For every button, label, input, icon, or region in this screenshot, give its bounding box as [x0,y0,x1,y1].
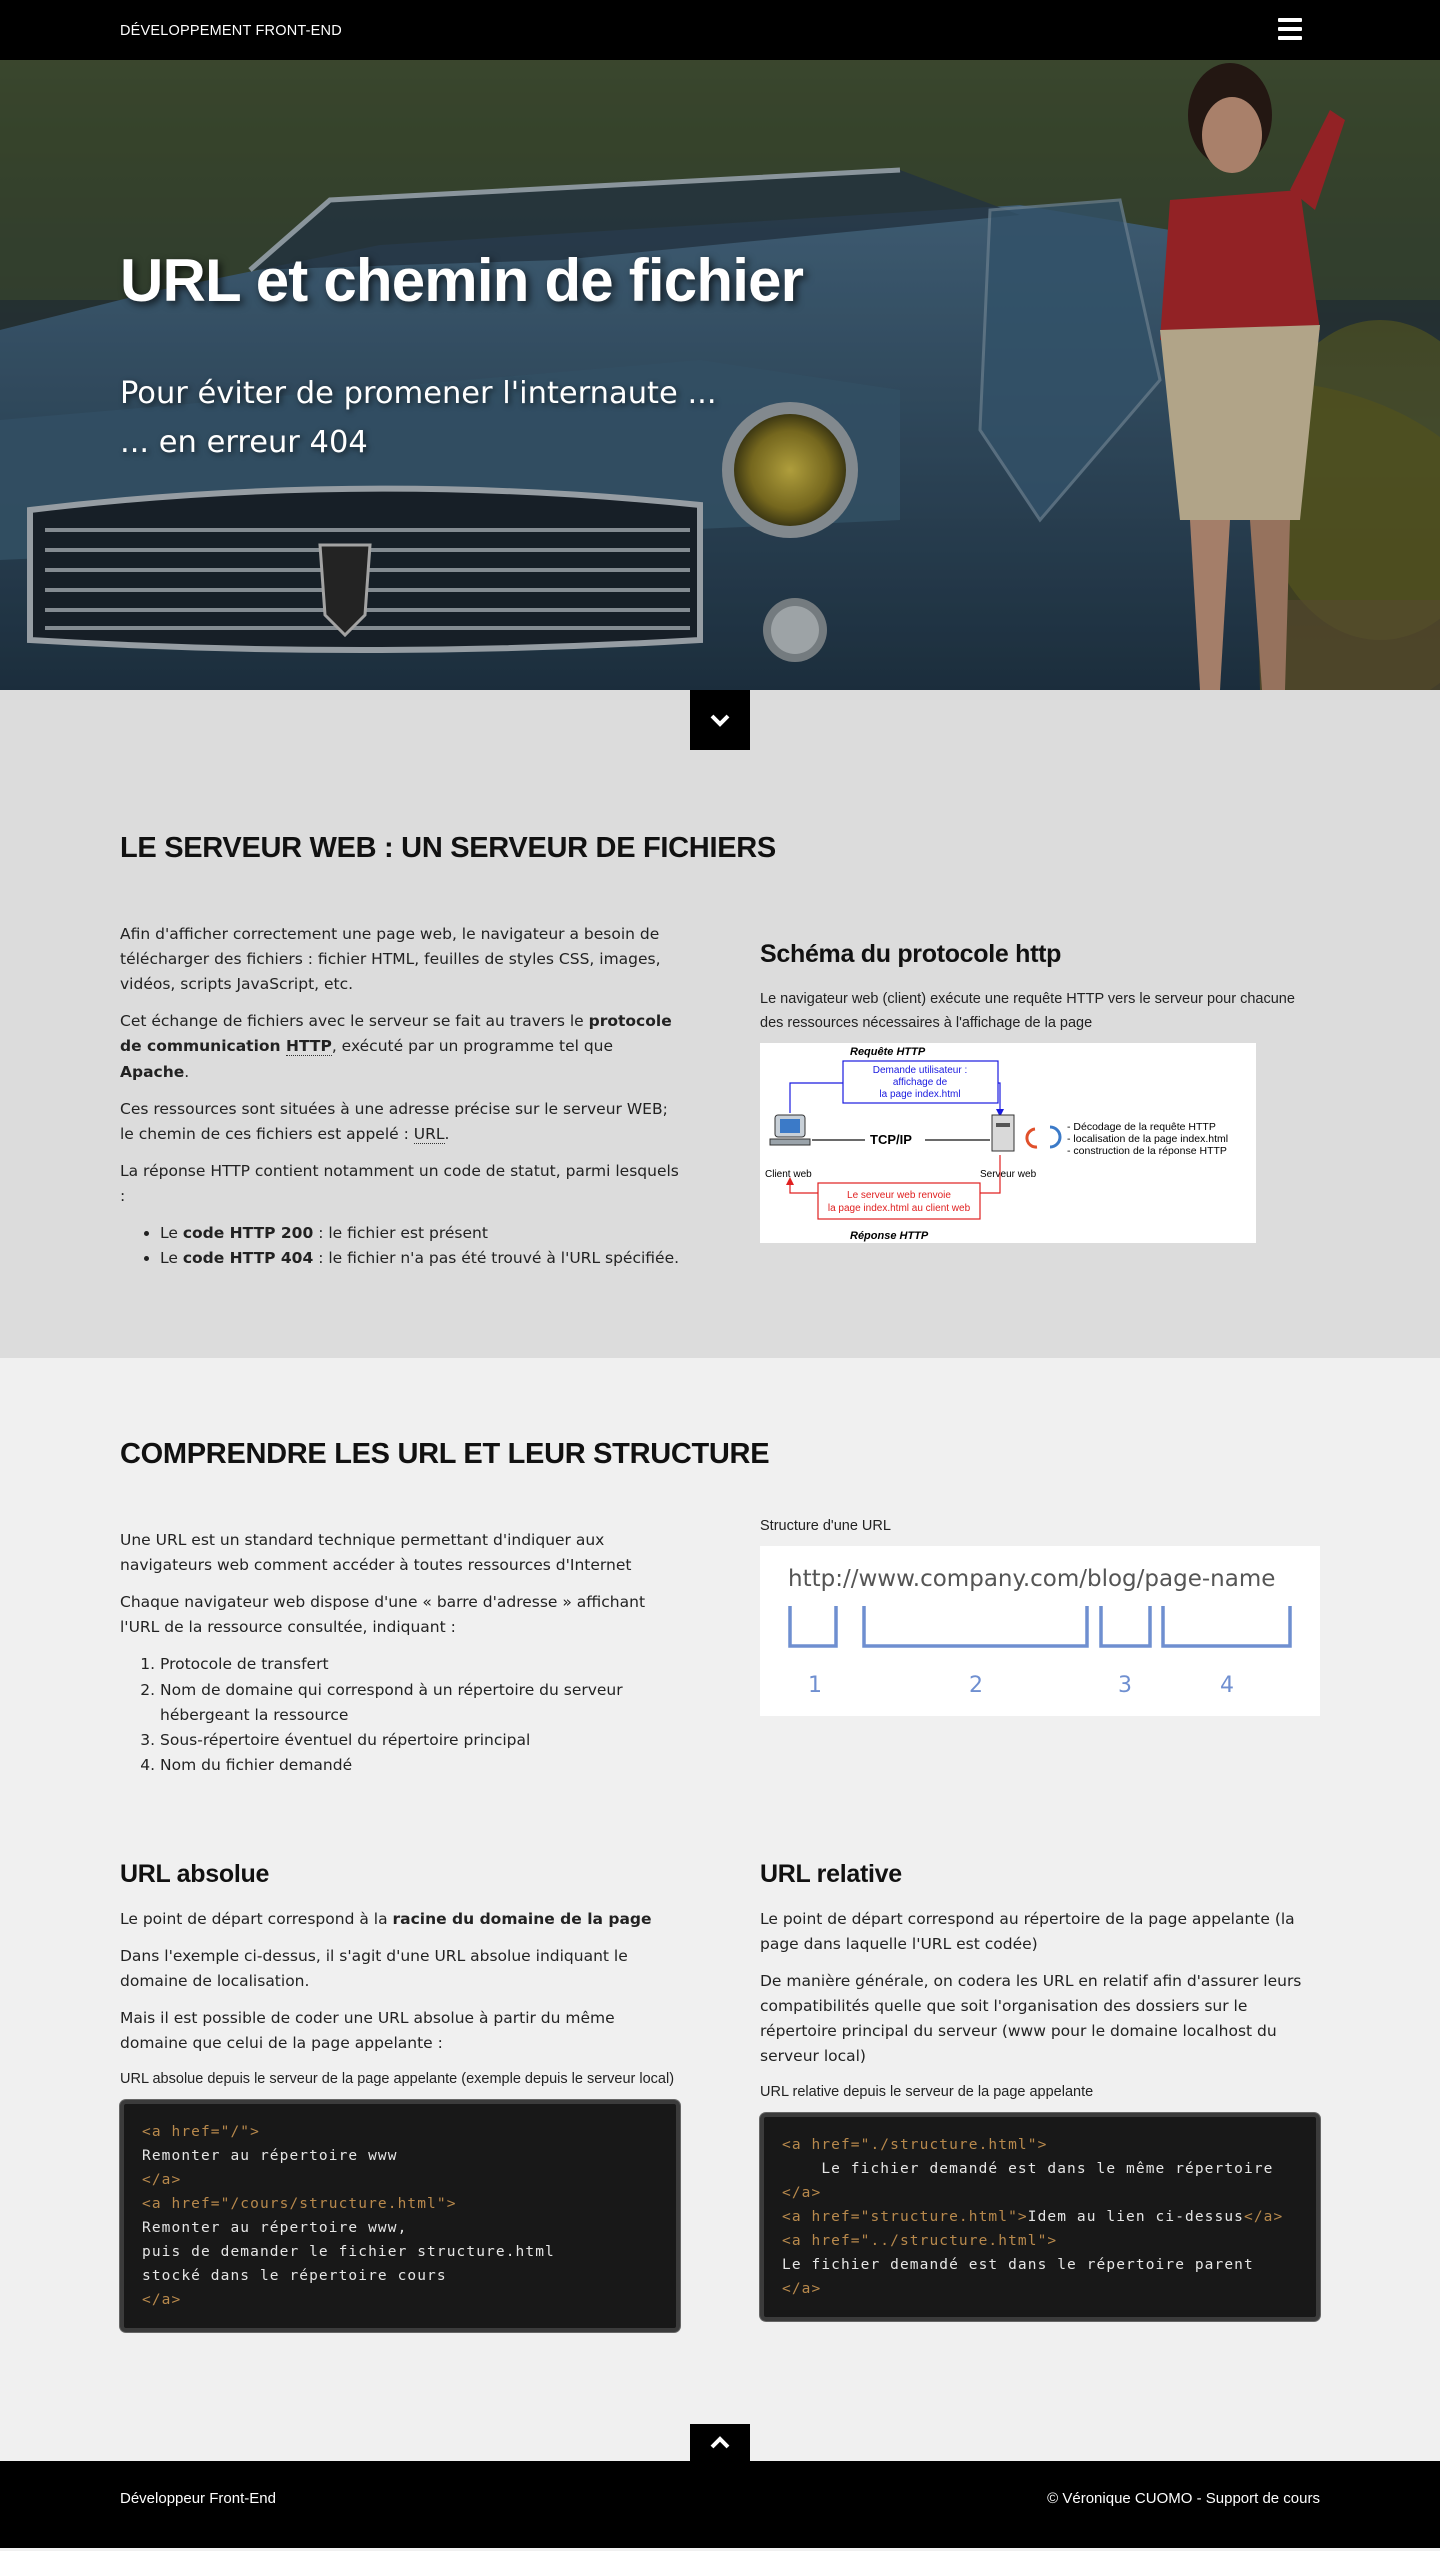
diagram-label: affichage de [893,1077,948,1088]
url-example: http://www.company.com/blog/page-name [788,1566,1275,1592]
page-title: URL et chemin de fichier [120,247,804,314]
paragraph: Ces ressources sont situées à une adress… [120,1099,668,1144]
site-brand[interactable]: DÉVELOPPEMENT FRONT-END [120,20,342,43]
hero-banner: URL et chemin de fichier Pour éviter de … [0,0,1440,690]
url-part-number: 4 [1220,1673,1234,1698]
absolute-url-panel: URL absolue Le point de départ correspon… [120,1858,680,2332]
footer-left-text: Développeur Front-End [120,2490,276,2507]
code-line: </a> [782,2184,822,2201]
code-line: </a> [142,2171,182,2188]
subsection-title: URL absolue [120,1860,270,1888]
list-item: Sous-répertoire éventuel du répertoire p… [160,1728,680,1753]
hero-subtitle: Pour éviter de promener l'internaute ...… [120,370,717,468]
diagram-label: la page index.html [879,1089,960,1100]
relative-url-panel: URL relative Le point de départ correspo… [760,1858,1320,2321]
diagram-label: Réponse HTTP [850,1230,929,1242]
url-intro-text: Une URL est un standard technique permet… [120,1528,680,1778]
code-block[interactable]: <a href="/"> Remonter au répertoire www </… [120,2099,680,2332]
code-line: </a> [782,2280,822,2297]
list-item: Nom de domaine qui correspond à un réper… [160,1678,680,1728]
chevron-up-icon [710,2436,730,2449]
list-item: Le code HTTP 404 : le fichier n'a pas ét… [160,1246,680,1271]
paragraph: Afin d'afficher correctement une page we… [120,925,661,994]
diagram-label: Serveur web [980,1169,1037,1180]
paragraph: Cet échange de fichiers avec le serveur … [120,1012,672,1081]
status-code-list: Le code HTTP 200 : le fichier est présen… [120,1221,680,1271]
url-structure-caption: Structure d'une URL [760,1518,891,1534]
diagram-label: la page index.html au client web [828,1203,971,1214]
footer-copyright: © Véronique CUOMO - Support de cours [1047,2490,1320,2507]
diagram-label: Requête HTTP [850,1046,926,1058]
page-footer: Développeur Front-End © Véronique CUOMO … [0,2461,1440,2548]
diagram-label: Demande utilisateur : [873,1065,968,1076]
hero-subtitle-line: ... en erreur 404 [120,424,368,460]
web-server-text: Afin d'afficher correctement une page we… [120,922,680,1271]
url-parts-list: Protocole de transfert Nom de domaine qu… [120,1652,680,1778]
code-line: Remonter au répertoire www, [142,2219,408,2236]
url-part-number: 1 [808,1673,822,1698]
paragraph: La réponse HTTP contient notamment un co… [120,1161,679,1205]
section-title: LE SERVEUR WEB : UN SERVEUR DE FICHIERS [120,832,776,864]
diagram-label: - localisation de la page index.html [1067,1133,1228,1145]
list-item: Protocole de transfert [160,1652,680,1677]
scroll-down-button[interactable] [690,690,750,750]
code-line: <a href="structure.html">Idem au lien ci… [782,2208,1284,2225]
scroll-up-button[interactable] [690,2424,750,2464]
chevron-down-icon [710,714,730,727]
list-item: Le code HTTP 200 : le fichier est présen… [160,1221,680,1246]
top-navbar: DÉVELOPPEMENT FRONT-END [0,0,1440,60]
url-structure-figure: http://www.company.com/blog/page-name 1 … [760,1546,1320,1716]
subsection-title: URL relative [760,1860,902,1888]
code-line: <a href="./structure.html"> [782,2136,1048,2153]
code-caption: URL absolue depuis le serveur de la page… [120,2071,675,2088]
diagram-label: - construction de la réponse HTTP [1067,1145,1227,1157]
hero-overlay [0,0,1440,690]
code-line: Le fichier demandé est dans le même répe… [782,2160,1274,2177]
code-caption: URL relative depuis le serveur de la pag… [760,2084,1094,2101]
code-line: puis de demander le fichier structure.ht… [142,2243,555,2260]
diagram-label: Le serveur web renvoie [847,1190,951,1201]
code-line: </a> [142,2291,182,2308]
paragraph: Chaque navigateur web dispose d'une « ba… [120,1593,646,1637]
schema-description: Le navigateur web (client) exécute une r… [760,990,1295,1032]
diagram-label: Client web [765,1169,812,1180]
http-schema-panel: Schéma du protocole http Le navigateur w… [760,938,1320,1048]
section-web-server: LE SERVEUR WEB : UN SERVEUR DE FICHIERS … [0,690,1440,1358]
code-line: stocké dans le répertoire cours [142,2267,447,2284]
schema-title: Schéma du protocole http [760,940,1062,968]
diagram-label: TCP/IP [870,1132,912,1147]
http-abbr[interactable]: HTTP [285,1037,332,1057]
paragraph: De manière générale, on codera les URL e… [760,1971,1302,2066]
code-block[interactable]: <a href="./structure.html"> Le fichier d… [760,2112,1320,2321]
code-line: Le fichier demandé est dans le répertoir… [782,2256,1254,2273]
hamburger-icon[interactable] [1268,12,1312,48]
paragraph: Dans l'exemple ci-dessus, il s'agit d'un… [120,1946,628,1990]
hero-subtitle-line: Pour éviter de promener l'internaute ... [120,376,717,411]
url-part-number: 2 [969,1673,983,1698]
url-part-number: 3 [1118,1673,1132,1698]
paragraph: Une URL est un standard technique permet… [120,1531,632,1575]
paragraph: Mais il est possible de coder une URL ab… [120,2008,615,2052]
section-url-structure: COMPRENDRE LES URL ET LEUR STRUCTURE Une… [0,1358,1440,2461]
list-item: Nom du fichier demandé [160,1753,680,1778]
code-line: Remonter au répertoire www [142,2147,398,2164]
paragraph: Le point de départ correspond au réperto… [760,1909,1295,1953]
diagram-label: - Décodage de la requête HTTP [1067,1121,1216,1133]
url-abbr[interactable]: URL [413,1124,445,1144]
code-line: <a href="../structure.html"> [782,2232,1058,2249]
http-protocol-diagram: Requête HTTP Demande utilisateur : affic… [760,1043,1256,1243]
section-title: COMPRENDRE LES URL ET LEUR STRUCTURE [120,1438,770,1470]
code-line: <a href="/"> [142,2123,260,2140]
code-line: <a href="/cours/structure.html"> [142,2195,457,2212]
paragraph: Le point de départ correspond à la racin… [120,1909,652,1928]
